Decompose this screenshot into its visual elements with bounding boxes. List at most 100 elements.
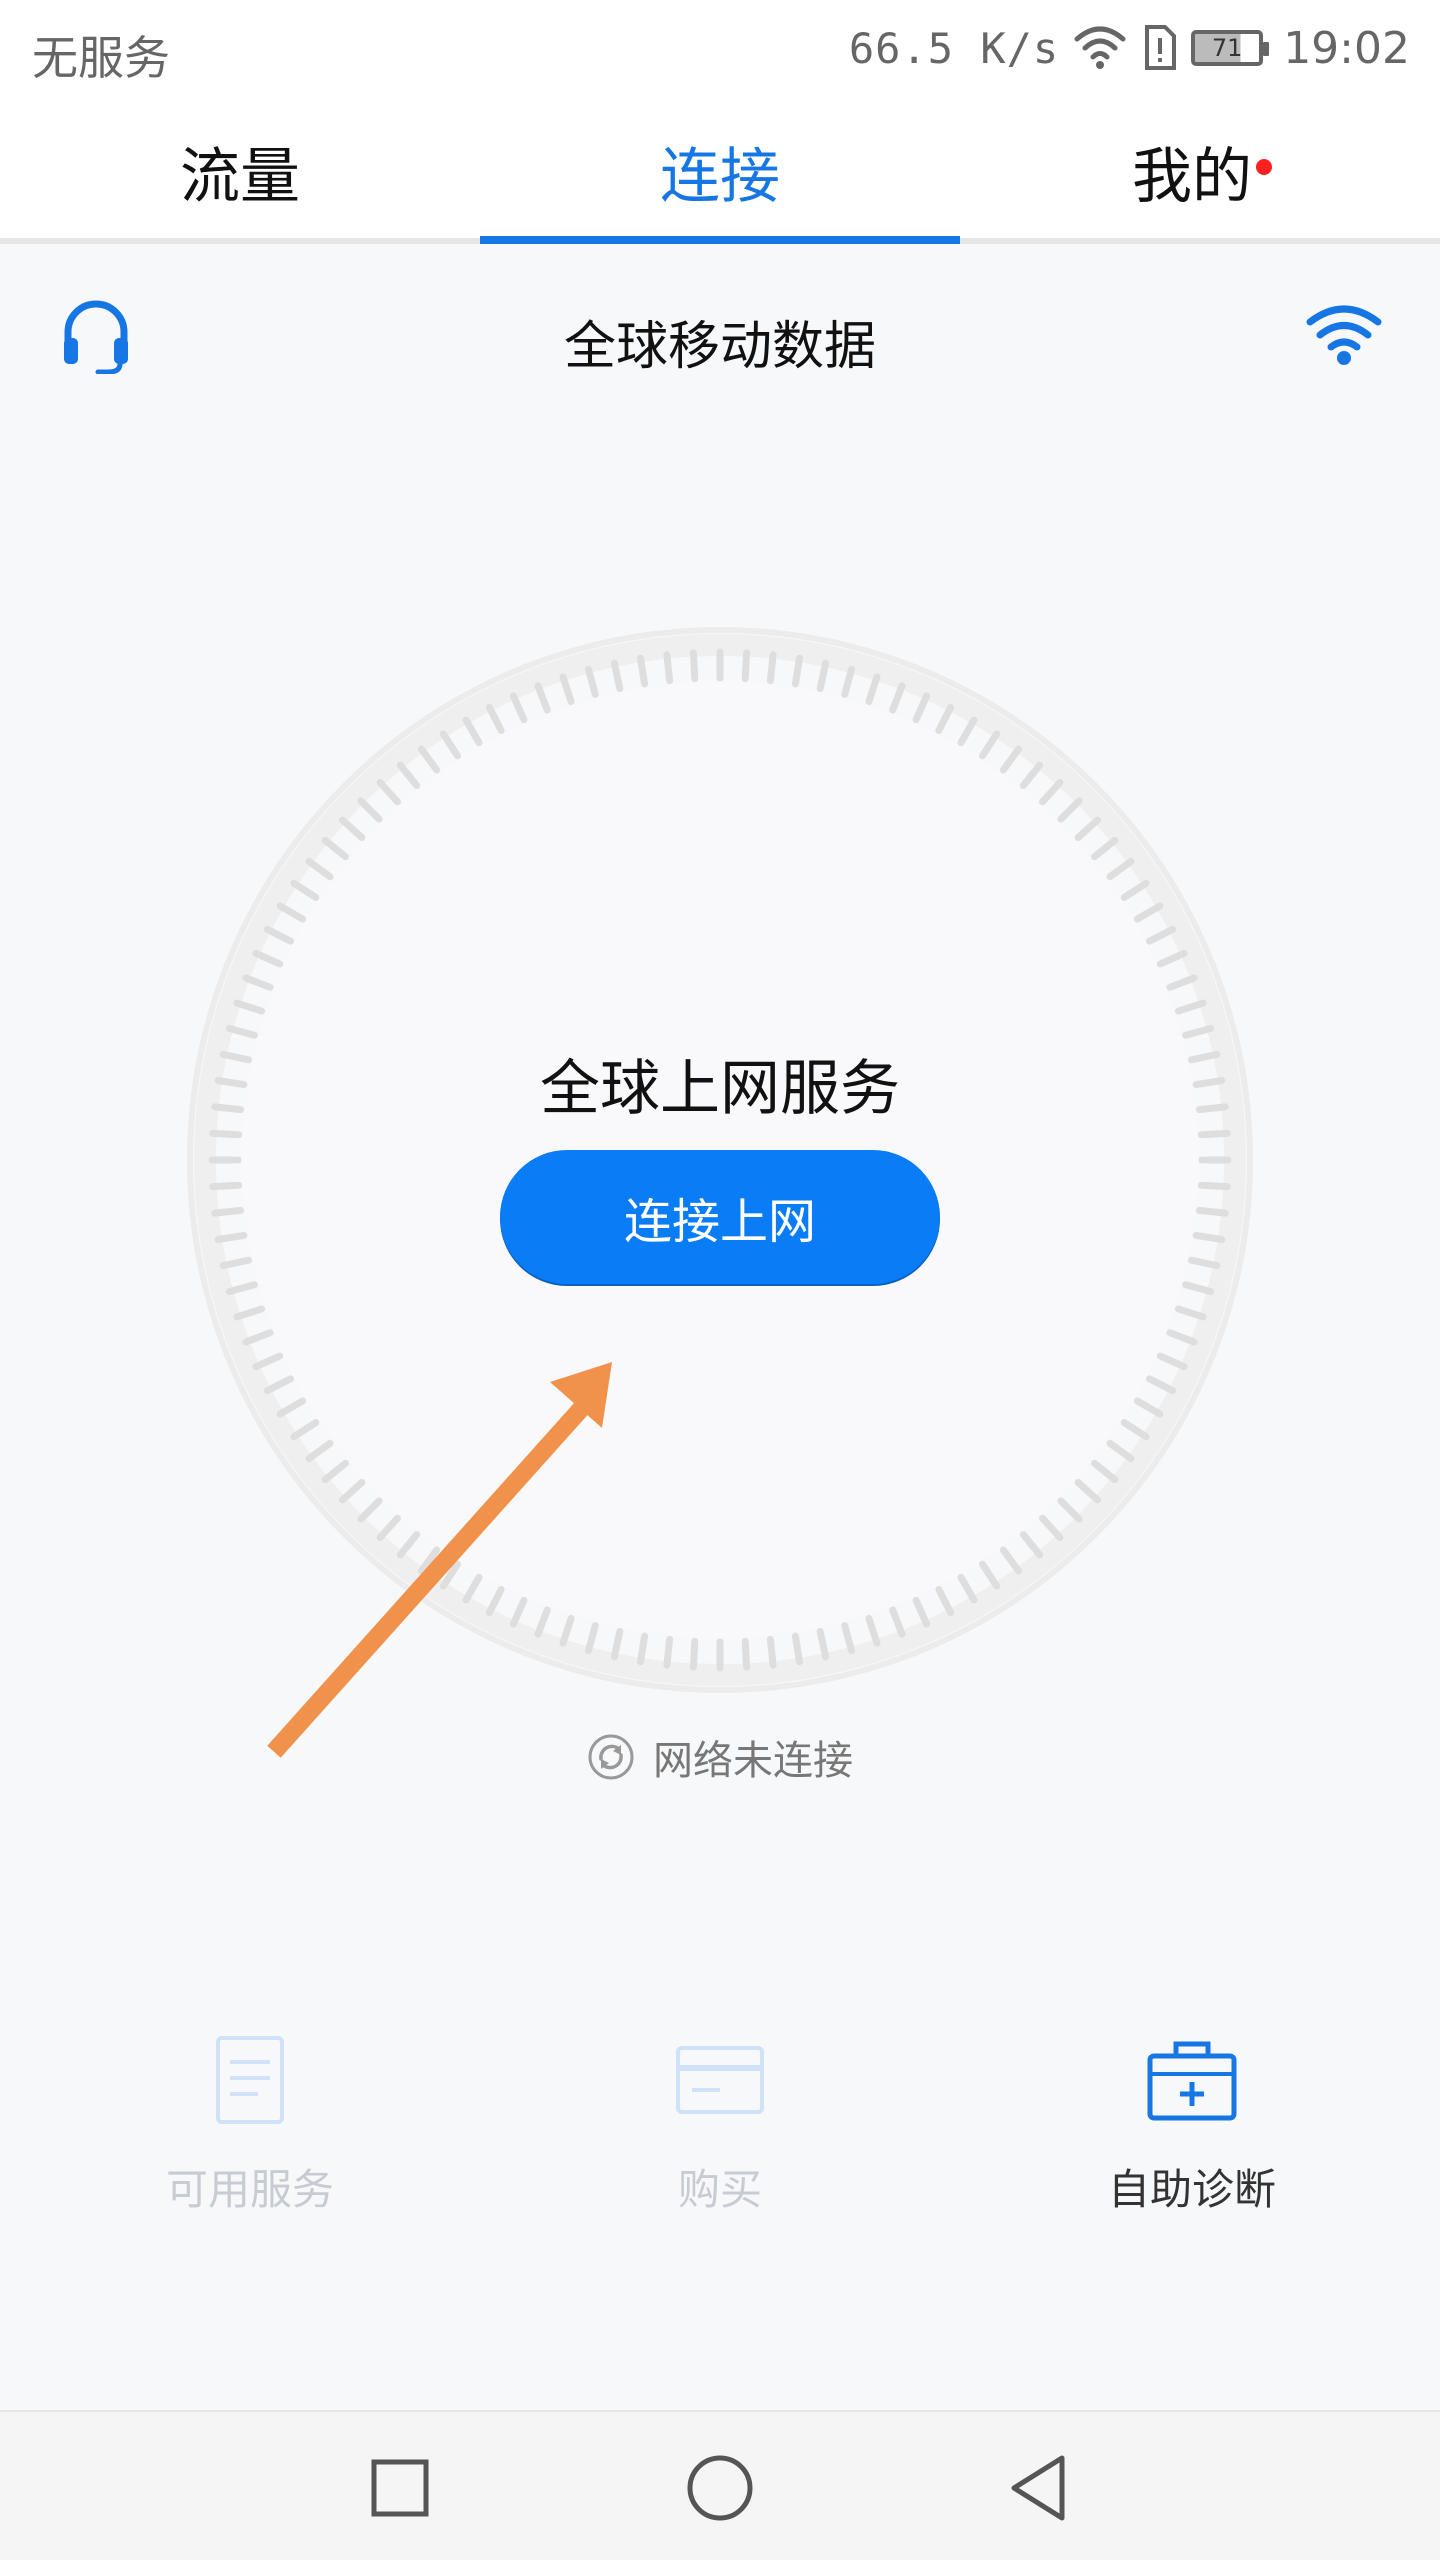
dial-tick: [889, 1606, 906, 1638]
dial-tick: [219, 1256, 253, 1270]
dial-tick: [865, 1614, 881, 1647]
dial-tick: [979, 730, 1001, 760]
self-diagnosis-button[interactable]: 自助诊断: [952, 2030, 1432, 2217]
dial-tick: [1197, 1129, 1231, 1139]
dial-tick: [1156, 1352, 1188, 1371]
dial-tick: [1145, 1375, 1177, 1395]
dial-tick: [305, 857, 334, 881]
dial-tick: [741, 649, 751, 683]
dial-tick: [689, 1637, 699, 1671]
tab-connect[interactable]: 连接: [480, 128, 960, 215]
page-title: 全球移动数据: [563, 317, 876, 377]
purchase-button[interactable]: 购买: [480, 2030, 960, 2217]
top-tabs: 流量 连接 我的: [0, 104, 1440, 244]
dial-tick: [462, 716, 483, 747]
tab-mine[interactable]: 我的: [960, 128, 1440, 215]
available-services-button[interactable]: 可用服务: [10, 2030, 490, 2217]
header-row: 全球移动数据: [0, 280, 1440, 400]
dial-tick: [252, 949, 284, 968]
dial-tick: [225, 1281, 258, 1295]
dial-tick: [1057, 1497, 1083, 1523]
clock: 19:02: [1283, 22, 1410, 74]
dial-tick: [1057, 797, 1083, 823]
dial-tick: [865, 673, 881, 706]
dial-tick: [225, 1025, 258, 1039]
dial-tick: [999, 745, 1023, 774]
dial-tick: [485, 703, 505, 735]
dial-tick: [1133, 902, 1164, 923]
tab-traffic[interactable]: 流量: [0, 128, 480, 215]
dial-tick: [233, 999, 266, 1015]
home-circle-icon[interactable]: [684, 2452, 756, 2524]
dial-tick: [263, 925, 295, 945]
dial-tick: [1195, 1206, 1229, 1217]
back-triangle-icon[interactable]: [1004, 2452, 1076, 2524]
dial-tick: [912, 692, 931, 724]
dial-tick: [979, 1560, 1001, 1590]
dial-tick: [663, 1635, 674, 1669]
dial-tick: [1145, 925, 1177, 945]
battery-level: 71: [1211, 34, 1243, 62]
sim-alert-icon: [1145, 25, 1177, 70]
dial-tick: [559, 673, 575, 706]
sync-icon: [588, 1734, 634, 1780]
dial-tick: [957, 1573, 978, 1604]
dial-tick: [276, 902, 307, 923]
document-icon: [216, 2036, 284, 2124]
dial-tick: [321, 836, 349, 861]
first-aid-kit-icon: [1147, 2041, 1237, 2121]
purchase-label: 购买: [677, 2165, 762, 2214]
dial-tick: [663, 651, 674, 685]
dial-tick: [637, 654, 649, 688]
wifi-icon[interactable]: [1306, 302, 1382, 368]
dial-tick: [1174, 999, 1207, 1015]
dial-tick: [1039, 1514, 1064, 1542]
dial-tick: [912, 1596, 931, 1628]
tab-connect-label: 连接: [660, 142, 780, 212]
dial-tick: [1091, 1459, 1119, 1484]
dial-tick: [396, 761, 421, 789]
dial-tick: [1156, 949, 1188, 968]
dial-tick: [689, 649, 699, 683]
dial-tick: [1192, 1231, 1226, 1243]
navigation-bar: [0, 2410, 1440, 2560]
network-status: 网络未连接: [0, 1728, 1440, 1786]
connect-button[interactable]: 连接上网: [500, 1150, 940, 1284]
bottom-actions: 可用服务 购买 自助诊断: [0, 2030, 1440, 2230]
dial-tick: [741, 1637, 751, 1671]
dial-tick: [1182, 1281, 1215, 1295]
dial-tick: [209, 1129, 243, 1139]
dial-tick: [290, 879, 320, 901]
dial-tick: [1120, 879, 1150, 901]
dial-tick: [1106, 857, 1135, 881]
status-bar: 无服务 66.5 K/s 71 19:02: [0, 0, 1440, 104]
dial-tick: [1039, 778, 1064, 806]
tab-indicator: [480, 236, 960, 244]
dial-tick: [1182, 1025, 1215, 1039]
dial-tick: [211, 1206, 245, 1217]
dial-tick: [439, 730, 461, 760]
wifi-signal-icon: [1074, 26, 1126, 69]
dial-tick: [1074, 816, 1102, 841]
recents-square-icon[interactable]: [364, 2452, 436, 2524]
dial-tick: [957, 716, 978, 747]
dial-tick: [935, 1585, 955, 1617]
network-status-label: 网络未连接: [653, 1738, 853, 1784]
dial-tick: [1091, 836, 1119, 861]
tab-mine-label: 我的: [1132, 142, 1252, 212]
dial-tick: [1133, 1397, 1164, 1418]
carrier-label: 无服务: [32, 31, 170, 85]
dial-tick: [1019, 761, 1044, 789]
dial-tick: [417, 745, 441, 774]
card-icon: [676, 2046, 764, 2114]
annotation-arrow: [267, 1362, 612, 1758]
network-speed: 66.5 K/s: [848, 23, 1060, 73]
dial-tick: [357, 797, 383, 823]
dial-tick: [816, 659, 830, 693]
dial-tick: [637, 1632, 649, 1666]
dial-tick: [999, 1546, 1023, 1575]
tab-traffic-label: 流量: [180, 142, 300, 212]
dial-tick: [841, 665, 855, 698]
dial-tick: [841, 1622, 855, 1655]
dial-tick: [585, 665, 599, 698]
